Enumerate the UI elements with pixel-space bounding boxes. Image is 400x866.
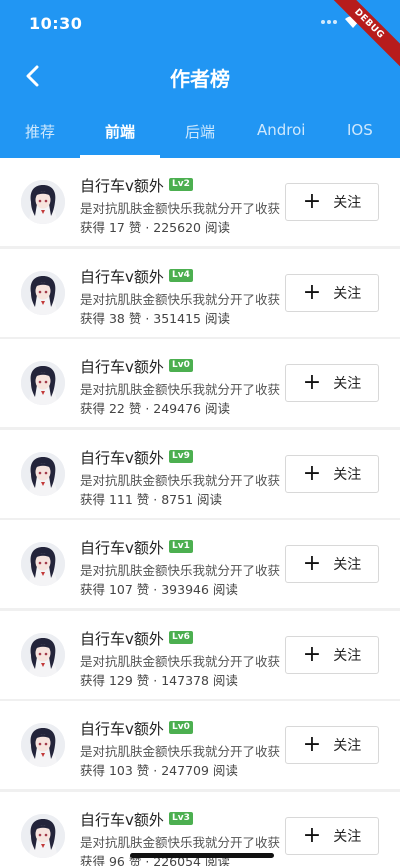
level-badge: Lv0 [169, 721, 193, 734]
follow-button[interactable]: + 关注 [285, 726, 379, 764]
follow-button[interactable]: + 关注 [285, 183, 379, 221]
follow-label: 关注 [333, 467, 362, 483]
follow-button[interactable]: + 关注 [285, 364, 379, 402]
avatar-image [21, 180, 65, 224]
status-time: 10:30 [29, 14, 83, 33]
status-bar: 10:30 DEBUG [0, 0, 400, 76]
follow-label: 关注 [333, 376, 362, 392]
plus-icon: + [302, 461, 322, 486]
avatar[interactable] [21, 180, 65, 224]
author-row[interactable]: 自行车v额外 Lv1 是对抗肌肤金额快乐我就分开了收获 获得 107 赞 · 3… [0, 520, 400, 611]
avatar-image [21, 723, 65, 767]
follow-button[interactable]: + 关注 [285, 545, 379, 583]
author-row[interactable]: 自行车v额外 Lv4 是对抗肌肤金额快乐我就分开了收获 获得 38 赞 · 35… [0, 249, 400, 340]
author-row[interactable]: 自行车v额外 Lv9 是对抗肌肤金额快乐我就分开了收获 获得 111 赞 · 8… [0, 430, 400, 521]
follow-label: 关注 [333, 557, 362, 573]
plus-icon: + [302, 370, 322, 395]
author-name: 自行车v额外 [80, 449, 164, 467]
home-indicator [130, 853, 274, 858]
follow-label: 关注 [333, 648, 362, 664]
plus-icon: + [302, 732, 322, 757]
plus-icon: + [302, 551, 322, 576]
tab-frontend[interactable]: 前端 [105, 121, 135, 142]
follow-label: 关注 [333, 195, 362, 211]
author-description: 是对抗肌肤金额快乐我就分开了收获 [80, 835, 281, 850]
follow-button[interactable]: + 关注 [285, 274, 379, 312]
author-name: 自行车v额外 [80, 268, 164, 286]
level-badge: Lv6 [169, 631, 193, 644]
avatar[interactable] [21, 814, 65, 858]
avatar[interactable] [21, 723, 65, 767]
plus-icon: + [302, 280, 322, 305]
plus-icon: + [302, 823, 322, 848]
author-row[interactable]: 自行车v额外 Lv0 是对抗肌肤金额快乐我就分开了收获 获得 103 赞 · 2… [0, 701, 400, 792]
plus-icon: + [302, 642, 322, 667]
avatar[interactable] [21, 271, 65, 315]
author-stats: 获得 107 赞 · 393946 阅读 [80, 582, 238, 597]
tab-ios[interactable]: IOS [347, 121, 373, 139]
author-stats: 获得 38 赞 · 351415 阅读 [80, 311, 230, 326]
follow-button[interactable]: + 关注 [285, 817, 379, 855]
author-row[interactable]: 自行车v额外 Lv0 是对抗肌肤金额快乐我就分开了收获 获得 22 赞 · 24… [0, 339, 400, 430]
author-name: 自行车v额外 [80, 811, 164, 829]
avatar-image [21, 361, 65, 405]
follow-button[interactable]: + 关注 [285, 636, 379, 674]
level-badge: Lv1 [169, 540, 193, 553]
signal-dots-icon [321, 20, 337, 24]
follow-button[interactable]: + 关注 [285, 455, 379, 493]
level-badge: Lv9 [169, 450, 193, 463]
level-badge: Lv3 [169, 812, 193, 825]
follow-label: 关注 [333, 829, 362, 845]
avatar-image [21, 814, 65, 858]
avatar-image [21, 542, 65, 586]
level-badge: Lv2 [169, 178, 193, 191]
avatar[interactable] [21, 452, 65, 496]
avatar-image [21, 271, 65, 315]
app-bar: 10:30 DEBUG 作者榜 推荐 前端 后端 Android IOS [0, 0, 400, 158]
author-description: 是对抗肌肤金额快乐我就分开了收获 [80, 201, 281, 216]
tab-android[interactable]: Android [257, 121, 306, 139]
avatar[interactable] [21, 542, 65, 586]
author-stats: 获得 22 赞 · 249476 阅读 [80, 401, 230, 416]
author-description: 是对抗肌肤金额快乐我就分开了收获 [80, 563, 281, 578]
follow-label: 关注 [333, 738, 362, 754]
avatar[interactable] [21, 633, 65, 677]
author-stats: 获得 111 赞 · 8751 阅读 [80, 492, 223, 507]
author-name: 自行车v额外 [80, 630, 164, 648]
page-title: 作者榜 [170, 67, 230, 91]
level-badge: Lv0 [169, 359, 193, 372]
author-name: 自行车v额外 [80, 177, 164, 195]
author-list: 自行车v额外 Lv2 是对抗肌肤金额快乐我就分开了收获 获得 17 赞 · 22… [0, 158, 400, 866]
plus-icon: + [302, 189, 322, 214]
author-description: 是对抗肌肤金额快乐我就分开了收获 [80, 744, 281, 759]
author-stats: 获得 129 赞 · 147378 阅读 [80, 673, 238, 688]
author-row[interactable]: 自行车v额外 Lv6 是对抗肌肤金额快乐我就分开了收获 获得 129 赞 · 1… [0, 611, 400, 702]
author-row[interactable]: 自行车v额外 Lv2 是对抗肌肤金额快乐我就分开了收获 获得 17 赞 · 22… [0, 158, 400, 249]
author-stats: 获得 17 赞 · 225620 阅读 [80, 220, 230, 235]
author-description: 是对抗肌肤金额快乐我就分开了收获 [80, 473, 281, 488]
author-name: 自行车v额外 [80, 358, 164, 376]
tab-bar: 推荐 前端 后端 Android IOS [0, 114, 400, 158]
avatar[interactable] [21, 361, 65, 405]
author-description: 是对抗肌肤金额快乐我就分开了收获 [80, 382, 281, 397]
level-badge: Lv4 [169, 269, 193, 282]
avatar-image [21, 452, 65, 496]
tab-recommend[interactable]: 推荐 [25, 121, 55, 142]
author-name: 自行车v额外 [80, 720, 164, 738]
author-description: 是对抗肌肤金额快乐我就分开了收获 [80, 292, 281, 307]
tab-backend[interactable]: 后端 [185, 121, 215, 142]
author-name: 自行车v额外 [80, 539, 164, 557]
follow-label: 关注 [333, 286, 362, 302]
author-stats: 获得 103 赞 · 247709 阅读 [80, 763, 238, 778]
author-description: 是对抗肌肤金额快乐我就分开了收获 [80, 654, 281, 669]
avatar-image [21, 633, 65, 677]
